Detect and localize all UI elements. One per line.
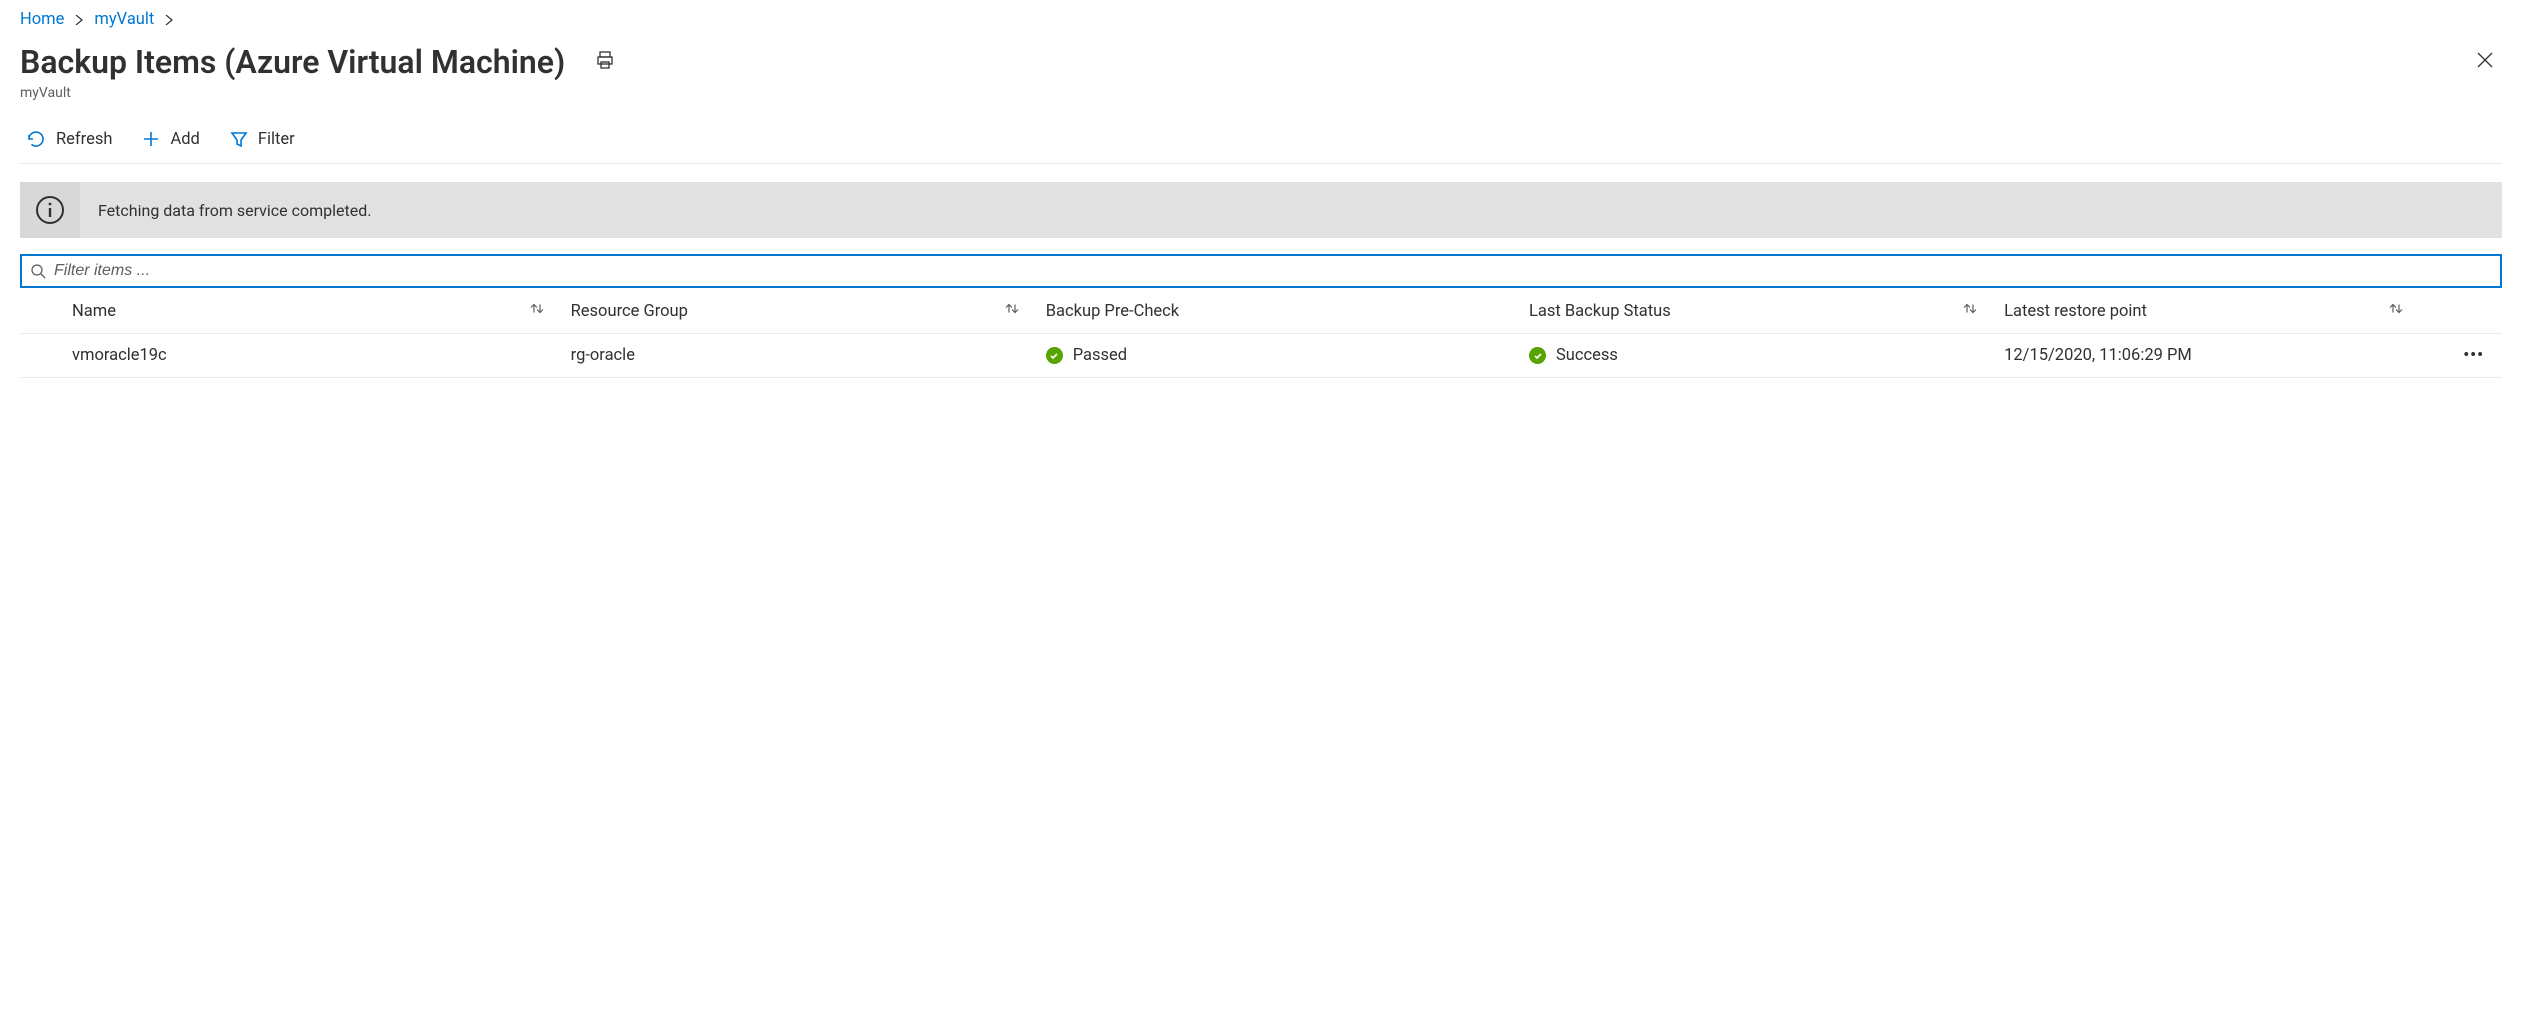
column-header-precheck[interactable]: Backup Pre-Check xyxy=(1036,288,1519,334)
success-check-icon xyxy=(1529,347,1546,364)
chevron-right-icon xyxy=(74,11,84,29)
refresh-button[interactable]: Refresh xyxy=(20,125,118,153)
row-more-actions[interactable]: ••• xyxy=(2420,334,2502,378)
add-label: Add xyxy=(170,130,199,149)
cell-precheck: Passed xyxy=(1036,334,1519,378)
info-icon xyxy=(34,194,66,226)
cell-last-status: Success xyxy=(1519,334,1994,378)
ellipsis-icon: ••• xyxy=(2463,346,2484,365)
breadcrumb-vault[interactable]: myVault xyxy=(94,10,154,29)
sort-icon xyxy=(529,301,545,320)
cell-restore-point: 12/15/2020, 11:06:29 PM xyxy=(1994,334,2420,378)
breadcrumb-home[interactable]: Home xyxy=(20,10,64,29)
print-icon[interactable] xyxy=(595,50,615,74)
success-check-icon xyxy=(1046,347,1063,364)
backup-items-table: Name Resource Group xyxy=(20,288,2502,378)
filter-input[interactable] xyxy=(52,261,2492,281)
chevron-right-icon xyxy=(164,11,174,29)
info-message: Fetching data from service completed. xyxy=(80,182,371,238)
funnel-icon xyxy=(230,130,248,148)
sort-icon xyxy=(1962,301,1978,320)
add-button[interactable]: Add xyxy=(136,126,205,153)
cell-name: vmoracle19c xyxy=(20,334,561,378)
filter-button[interactable]: Filter xyxy=(224,126,301,153)
breadcrumb: Home myVault xyxy=(20,10,2502,29)
filter-box[interactable] xyxy=(20,254,2502,288)
table-row[interactable]: vmoracle19c rg-oracle Passed xyxy=(20,334,2502,378)
sort-icon xyxy=(1004,301,1020,320)
column-header-resource-group[interactable]: Resource Group xyxy=(561,288,1036,334)
refresh-icon xyxy=(26,129,46,149)
sort-icon xyxy=(2388,301,2404,320)
page-subtitle: myVault xyxy=(20,85,2502,101)
close-icon[interactable] xyxy=(2476,50,2494,74)
page-title: Backup Items (Azure Virtual Machine) xyxy=(20,43,565,81)
toolbar: Refresh Add Filter xyxy=(20,125,2502,164)
info-banner: Fetching data from service completed. xyxy=(20,182,2502,238)
column-header-name[interactable]: Name xyxy=(20,288,561,334)
filter-label: Filter xyxy=(258,130,295,149)
column-header-last-status[interactable]: Last Backup Status xyxy=(1519,288,1994,334)
refresh-label: Refresh xyxy=(56,130,112,149)
cell-resource-group: rg-oracle xyxy=(561,334,1036,378)
column-header-restore-point[interactable]: Latest restore point xyxy=(1994,288,2420,334)
plus-icon xyxy=(142,130,160,148)
search-icon xyxy=(30,263,46,279)
